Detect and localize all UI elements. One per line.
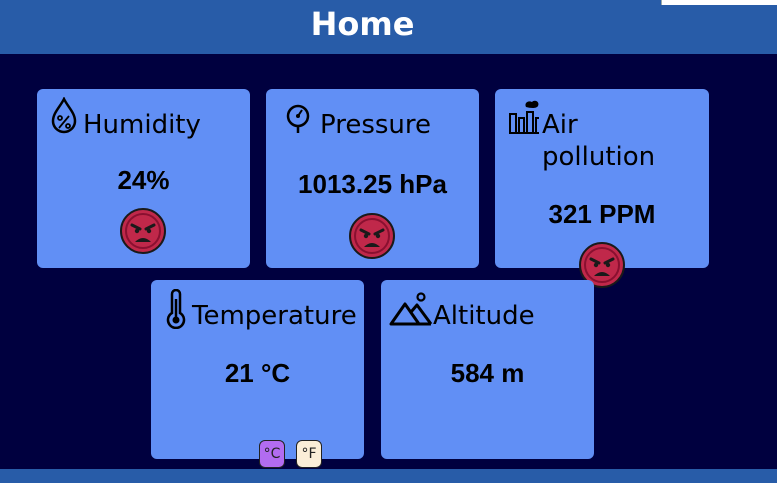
altitude-value: 584 m [450, 358, 525, 388]
temperature-label: Temperature [192, 301, 357, 331]
pressure-value: 1013.25 hPa [298, 169, 447, 199]
angry-face-icon [349, 213, 395, 259]
pressure-label: Pressure [320, 110, 432, 140]
thermometer-icon [166, 289, 186, 329]
humidity-value: 24% [117, 165, 170, 195]
air-pollution-value: 321 PPM [548, 199, 656, 229]
humidity-label: Humidity [83, 110, 201, 140]
humidity-drop-icon [51, 97, 77, 134]
air-pollution-label-line2: pollution [542, 142, 656, 172]
factory-icon [509, 100, 539, 134]
gauge-icon [286, 104, 310, 133]
fahrenheit-button[interactable]: °F [296, 440, 322, 468]
altitude-label: Altitude [433, 301, 535, 331]
angry-face-icon [120, 208, 166, 254]
temperature-card: Temperature 21 °C [151, 280, 364, 459]
air-pollution-label-line1: Air [542, 110, 578, 140]
celsius-button[interactable]: °C [259, 440, 285, 468]
mountain-icon [389, 292, 433, 326]
humidity-card: Humidity 24% [37, 89, 250, 268]
footer-bar [0, 469, 777, 483]
page-title: Home [310, 5, 415, 43]
temperature-value: 21 °C [224, 358, 291, 388]
pressure-card: Pressure 1013.25 hPa [266, 89, 479, 268]
altitude-card: Altitude 584 m [381, 280, 594, 459]
